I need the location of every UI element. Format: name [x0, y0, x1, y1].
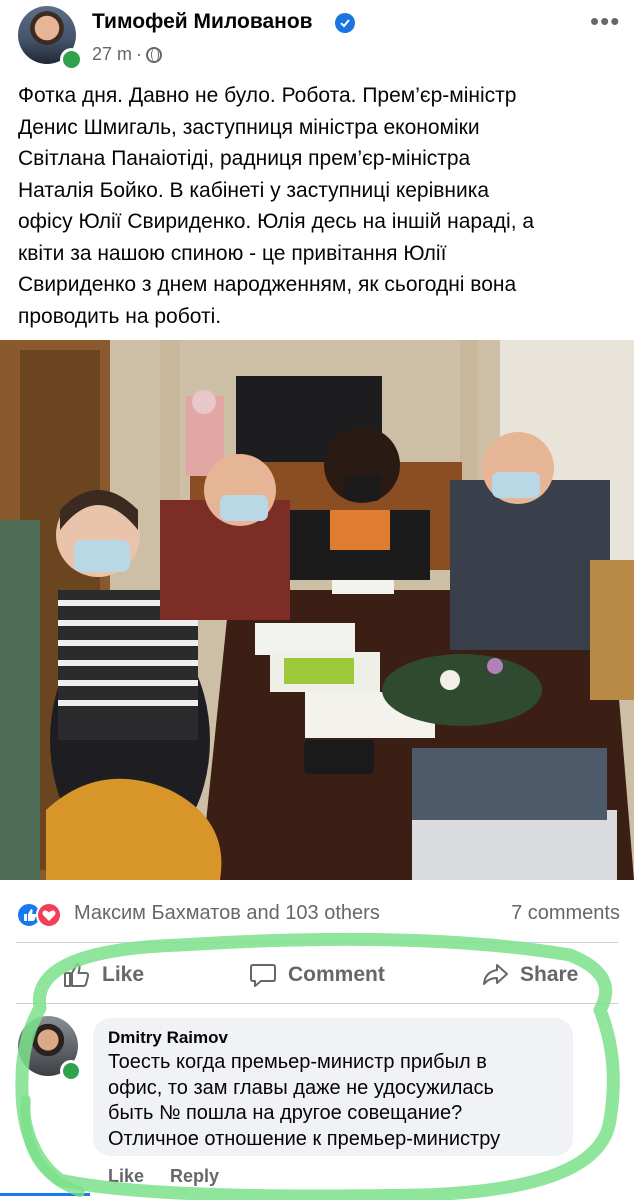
divider [16, 1003, 618, 1004]
comments-count[interactable]: 7 comments [511, 902, 620, 925]
comment-reply-link[interactable]: Reply [170, 1166, 219, 1187]
love-reaction-icon [36, 902, 62, 928]
reactors-text[interactable]: Максим Бахматов and 103 others [74, 902, 380, 925]
thumbs-up-icon [64, 963, 90, 987]
meta-separator: · [136, 44, 143, 64]
comment-like-link[interactable]: Like [108, 1166, 144, 1187]
comment-bubble-icon [250, 964, 276, 987]
online-status-icon [60, 48, 83, 71]
author-name[interactable]: Тимофей Милованов [92, 10, 313, 34]
online-status-icon [60, 1060, 82, 1082]
post-text: Фотка дня. Давно не було. Робота. Прем’є… [18, 84, 535, 328]
post-photo[interactable] [0, 340, 634, 880]
share-label: Share [520, 963, 579, 986]
share-arrow-icon [483, 964, 508, 985]
post-time[interactable]: 27 m [92, 44, 132, 65]
reaction-summary[interactable]: Максим Бахматов and 103 others 7 comment… [16, 898, 620, 930]
like-button[interactable]: Like [62, 956, 144, 994]
globe-icon [146, 46, 163, 63]
verified-badge-icon [335, 13, 355, 33]
more-options-icon[interactable]: ••• [590, 6, 620, 37]
like-label: Like [102, 963, 145, 986]
comment-label: Comment [288, 963, 385, 986]
post-meta: 27 m · [92, 44, 163, 65]
share-button[interactable]: Share [480, 956, 578, 994]
comment-button[interactable]: Comment [248, 956, 385, 994]
commenter-name[interactable]: Dmitry Raimov [108, 1028, 228, 1048]
scroll-indicator [0, 1193, 90, 1196]
comment-text: Тоесть когда премьер-министр прибыл в оф… [108, 1051, 501, 1150]
divider [16, 942, 618, 943]
